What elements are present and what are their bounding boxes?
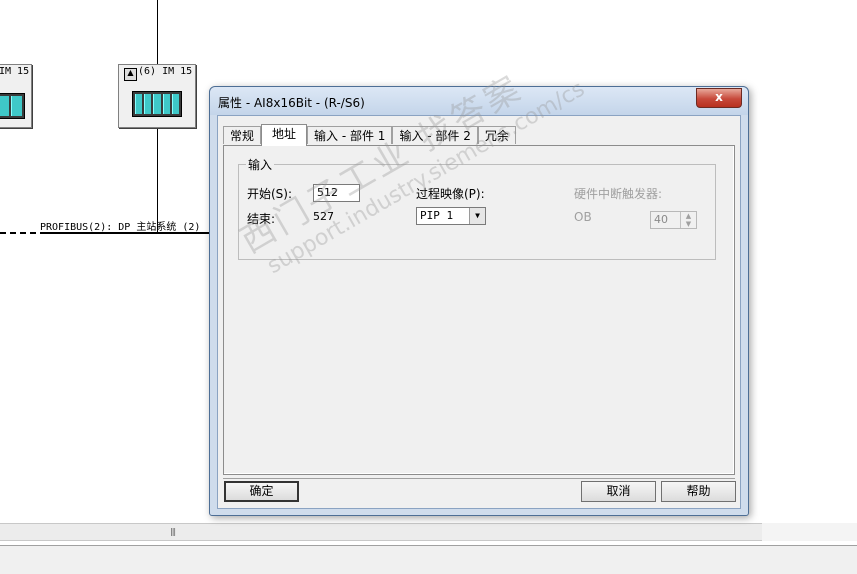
- process-image-value: PIP 1: [420, 209, 454, 222]
- cancel-button[interactable]: 取消: [581, 481, 656, 502]
- input-groupbox: 输入 开始(S): 512 结束: 527 过程映像(P): PIP 1 ▼ 硬…: [238, 156, 716, 260]
- station-module-left[interactable]: IM 15: [0, 64, 32, 128]
- station-icon: ▲: [124, 68, 137, 81]
- ob-number-input: 40 ▲ ▼: [650, 211, 697, 229]
- end-address-value: 527: [313, 210, 334, 223]
- station-rack-left: [0, 93, 25, 119]
- tab-strip: 常规 地址 输入 - 部件 1 输入 - 部件 2 冗余: [223, 124, 516, 146]
- station-rack-right: [132, 91, 182, 117]
- hw-interrupt-label: 硬件中断触发器:: [574, 187, 663, 201]
- spinner-icon: ▲ ▼: [680, 212, 696, 228]
- process-image-select[interactable]: PIP 1 ▼: [416, 207, 486, 225]
- tab-address[interactable]: 地址: [261, 124, 308, 146]
- process-image-label: 过程映像(P):: [416, 187, 485, 201]
- station-label-left: IM 15: [0, 66, 30, 77]
- ob-label: OB: [574, 210, 592, 224]
- ok-button[interactable]: 确定: [224, 481, 299, 502]
- station-module-right[interactable]: ▲ (6) IM 15: [118, 64, 196, 128]
- button-separator: [223, 478, 735, 479]
- tab-panel-address: 输入 开始(S): 512 结束: 527 过程映像(P): PIP 1 ▼ 硬…: [223, 145, 735, 475]
- tab-redundancy[interactable]: 冗余: [477, 126, 516, 144]
- profibus-label: PROFIBUS(2): DP 主站系统 (2): [40, 222, 201, 233]
- scrollbar-corner: [762, 523, 857, 541]
- help-button[interactable]: 帮助: [661, 481, 736, 502]
- close-icon[interactable]: x: [696, 88, 742, 108]
- status-bar: [0, 545, 857, 574]
- start-label: 开始(S):: [247, 187, 293, 201]
- tab-input-part-1[interactable]: 输入 - 部件 1: [307, 126, 393, 144]
- screen: { "background": { "module_left_label": "…: [0, 0, 857, 574]
- dropdown-arrow-icon[interactable]: ▼: [469, 208, 485, 224]
- scroll-grip-icon[interactable]: |||: [170, 527, 176, 536]
- profibus-line-dash: [0, 232, 40, 234]
- station-label-right: (6) IM 15: [138, 66, 193, 77]
- tab-general[interactable]: 常规: [223, 126, 262, 144]
- input-group-title: 输入: [246, 156, 275, 173]
- ob-number-value: 40: [654, 213, 668, 226]
- dialog-client: 常规 地址 输入 - 部件 1 输入 - 部件 2 冗余 输入 开始(S): 5…: [217, 115, 741, 509]
- end-label: 结束:: [247, 212, 276, 226]
- dialog-title: 属性 - AI8x16Bit - (R-/S6): [218, 96, 365, 110]
- properties-dialog: 属性 - AI8x16Bit - (R-/S6) x 常规 地址 输入 - 部件…: [209, 86, 749, 516]
- start-address-input[interactable]: 512: [313, 184, 360, 202]
- tab-input-part-2[interactable]: 输入 - 部件 2: [392, 126, 478, 144]
- dialog-titlebar[interactable]: 属性 - AI8x16Bit - (R-/S6) x: [210, 87, 748, 115]
- horizontal-scrollbar[interactable]: |||: [0, 523, 762, 541]
